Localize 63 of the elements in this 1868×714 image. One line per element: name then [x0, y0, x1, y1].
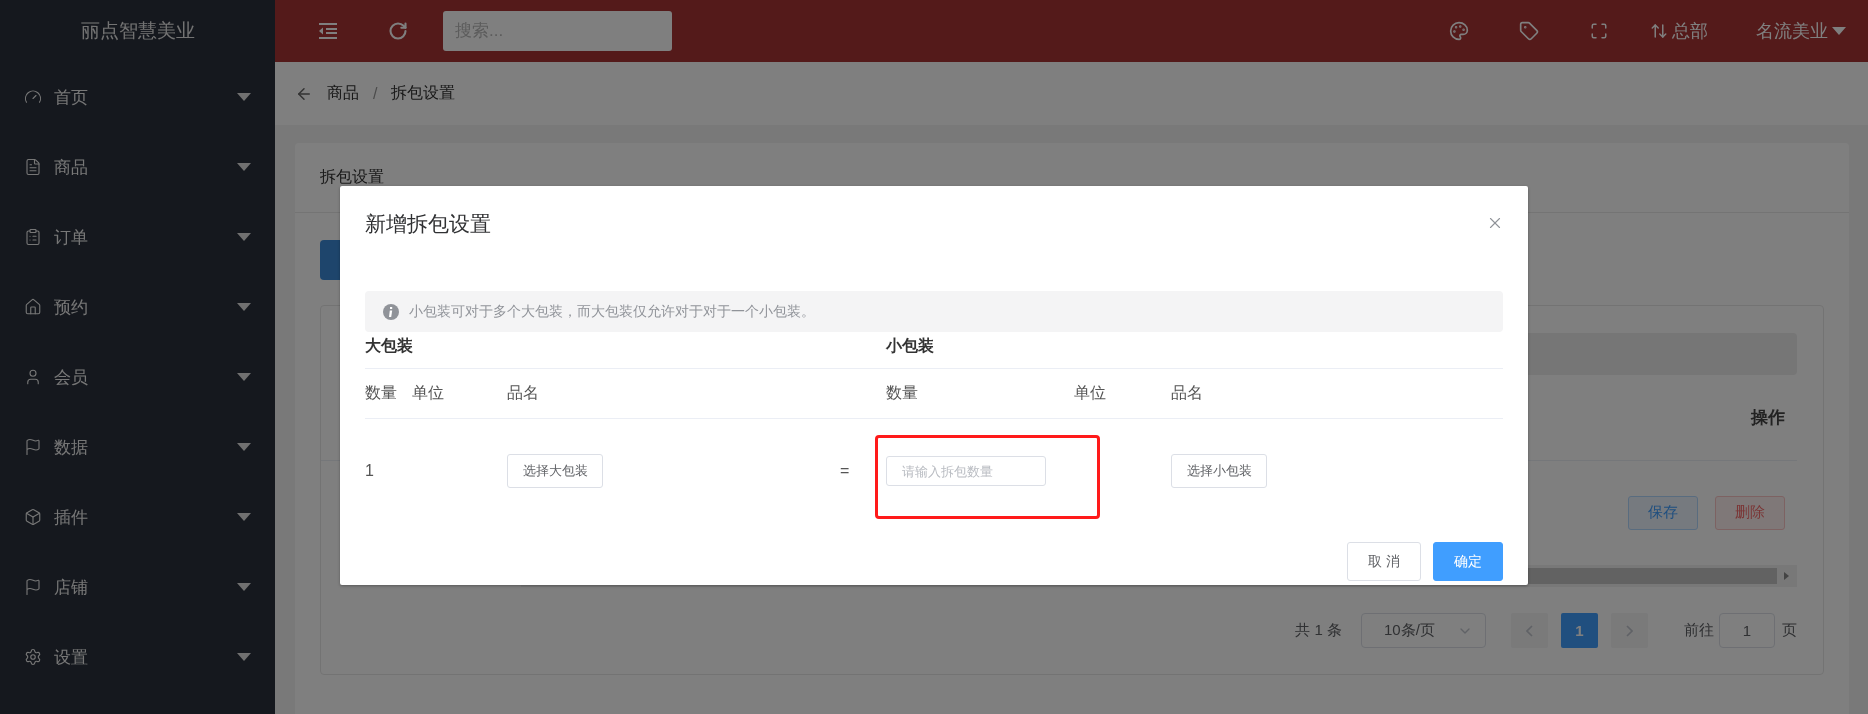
cube-icon [24, 508, 42, 526]
goto-page-field[interactable]: 1 [1719, 613, 1775, 648]
delete-button[interactable]: 删除 [1715, 495, 1785, 530]
dialog-title: 新增拆包设置 [365, 211, 491, 237]
caret-icon [237, 373, 251, 381]
caret-icon [237, 443, 251, 451]
flag-icon [24, 578, 42, 596]
chevron-right-icon [1626, 624, 1633, 637]
goto-suffix: 页 [1782, 621, 1797, 640]
goto-label: 前往 [1684, 621, 1714, 640]
caret-icon [237, 653, 251, 661]
user-menu[interactable]: 名流美业 [1756, 19, 1846, 43]
settings-icon [24, 648, 42, 666]
sidebar-item[interactable]: 店铺 [0, 552, 275, 622]
caret-icon [237, 303, 251, 311]
info-icon [383, 303, 399, 320]
breadcrumb-separator: / [373, 84, 378, 103]
section-heading: 小包装 [886, 336, 935, 356]
chevron-left-icon [1526, 624, 1533, 637]
switch-icon[interactable] [1650, 22, 1668, 40]
document-icon [24, 158, 42, 176]
sidebar-item[interactable]: 设置 [0, 622, 275, 692]
brand-name: 丽点智慧美业 [79, 19, 196, 43]
big-quantity: 1 [365, 462, 375, 480]
caret-icon [237, 233, 251, 241]
caret-icon [237, 93, 251, 101]
cancel-button[interactable]: 取 消 [1347, 542, 1421, 581]
caret-icon [237, 513, 251, 521]
sidebar-item[interactable]: 数据 [0, 412, 275, 482]
clipboard-icon [24, 228, 42, 246]
column-header: 数量 [365, 383, 398, 403]
section-heading: 大包装 [365, 336, 414, 356]
caret-icon [237, 583, 251, 591]
column-header: 单位 [1074, 383, 1107, 403]
column-header: 品名 [507, 383, 540, 403]
home-icon [24, 298, 42, 316]
confirm-button[interactable]: 确定 [1433, 542, 1503, 581]
column-header: 数量 [886, 383, 919, 403]
gauge-icon [24, 88, 42, 106]
sidebar-item[interactable]: 会员 [0, 342, 275, 412]
sidebar-item[interactable]: 订单 [0, 202, 275, 272]
page-size-select[interactable]: 10条/页 [1361, 613, 1486, 648]
page-number[interactable]: 1 [1561, 613, 1598, 648]
total-count: 共 1 条 [1295, 621, 1342, 640]
caret-icon [237, 163, 251, 171]
select-small-pack-button[interactable]: 选择小包装 [1171, 454, 1267, 488]
branch-name[interactable]: 总部 [1672, 19, 1708, 43]
sidebar-item[interactable]: 商品 [0, 132, 275, 202]
caret-icon [1832, 27, 1846, 35]
column-header: 操作 [1751, 406, 1785, 429]
equals-sign: = [840, 462, 851, 480]
sidebar-item[interactable]: 首页 [0, 62, 275, 132]
notice-text: 小包装可对于多个大包装，而大包装仅允许对于对于一个小包装。 [409, 302, 815, 321]
breadcrumb-item[interactable]: 商品 [327, 83, 359, 104]
flag-icon [24, 438, 42, 456]
user-icon [24, 368, 42, 386]
select-big-pack-button[interactable]: 选择大包装 [507, 454, 603, 488]
breadcrumb-item: 拆包设置 [391, 83, 456, 103]
sidebar-item[interactable]: 预约 [0, 272, 275, 342]
sidebar-item[interactable]: 插件 [0, 482, 275, 552]
column-header: 品名 [1171, 383, 1204, 403]
column-header: 单位 [412, 383, 445, 403]
quantity-field[interactable]: 请输入拆包数量 [886, 456, 1046, 486]
